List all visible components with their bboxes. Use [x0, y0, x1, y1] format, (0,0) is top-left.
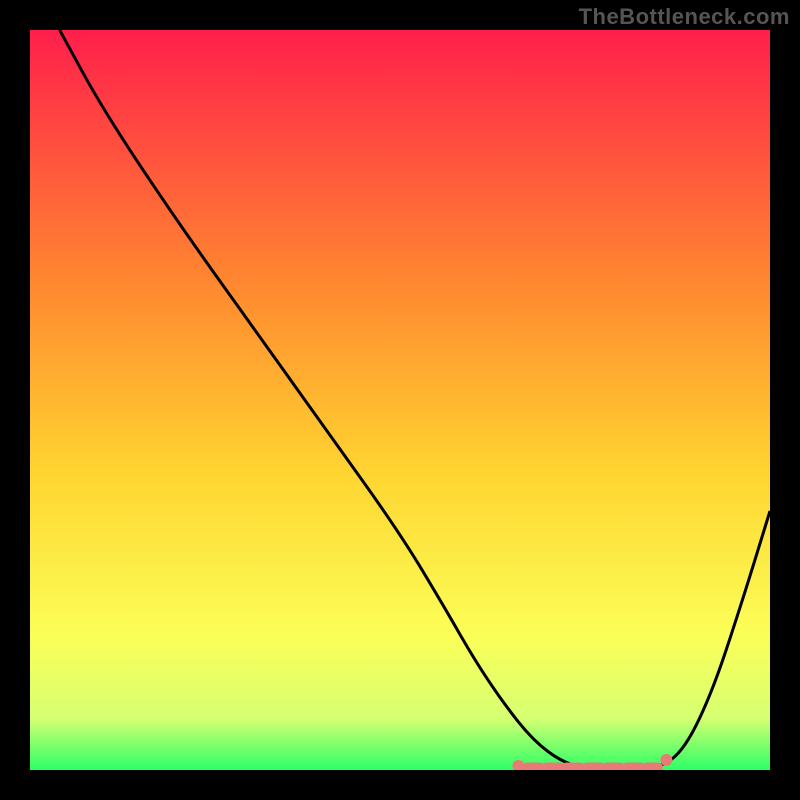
chart-svg — [30, 30, 770, 770]
watermark-text: TheBottleneck.com — [579, 4, 790, 30]
gradient-background — [30, 30, 770, 770]
plot-area — [30, 30, 770, 770]
range-cap-right — [660, 754, 672, 766]
chart-frame: TheBottleneck.com — [0, 0, 800, 800]
